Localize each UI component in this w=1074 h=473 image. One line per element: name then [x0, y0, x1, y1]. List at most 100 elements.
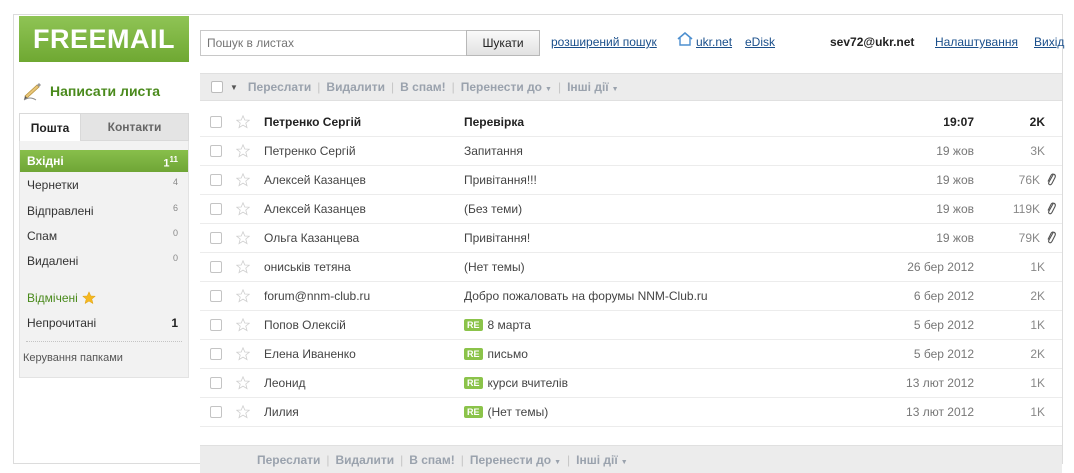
- table-row[interactable]: Петренко Сергій Запитання 19 жов 3K: [200, 137, 1062, 166]
- tab-contacts[interactable]: Контакти: [81, 113, 189, 141]
- chevron-down-icon: ▼: [620, 458, 628, 466]
- settings-link[interactable]: Налаштування: [935, 35, 1018, 49]
- table-row[interactable]: Леонид RE курси вчителів 13 лют 2012 1K: [200, 369, 1062, 398]
- select-all-checkbox[interactable]: [211, 81, 223, 93]
- subject-text: курси вчителів: [487, 376, 568, 390]
- subject: Привітання!: [464, 231, 884, 245]
- size: 2K: [1030, 289, 1045, 303]
- subject: Привітання!!!: [464, 173, 884, 187]
- date: 5 бер 2012: [913, 347, 974, 361]
- table-row[interactable]: forum@nnm-club.ru Добро пожаловать на фор…: [200, 282, 1062, 311]
- row-checkbox[interactable]: [210, 348, 222, 360]
- star-icon[interactable]: [236, 231, 250, 245]
- search-input[interactable]: [200, 30, 466, 56]
- sidebar-item-spam[interactable]: Спам 0: [20, 225, 188, 247]
- date: 19 жов: [936, 202, 974, 216]
- sidebar-item-drafts[interactable]: Чернетки 4: [20, 174, 188, 196]
- row-checkbox[interactable]: [210, 174, 222, 186]
- star-icon[interactable]: [236, 144, 250, 158]
- table-row[interactable]: ониськів тетяна (Нет темы) 26 бер 2012 1K: [200, 253, 1062, 282]
- forward-button[interactable]: Переслати: [257, 453, 320, 467]
- move-to-button[interactable]: Перенести до ▼: [461, 80, 552, 94]
- row-checkbox[interactable]: [210, 203, 222, 215]
- date: 6 бер 2012: [913, 289, 974, 303]
- subject: RE курси вчителів: [464, 376, 884, 390]
- row-checkbox[interactable]: [210, 261, 222, 273]
- freemail-logo[interactable]: FREEMAIL: [19, 16, 189, 62]
- logout-link[interactable]: Вихід: [1034, 35, 1064, 49]
- size: 119K: [1012, 202, 1040, 216]
- row-checkbox[interactable]: [210, 319, 222, 331]
- spam-button[interactable]: В спам!: [400, 80, 445, 94]
- sidebar-item-inbox[interactable]: Вхідні 111: [20, 150, 188, 172]
- star-icon[interactable]: [236, 289, 250, 303]
- ukr-net-link[interactable]: ukr.net: [696, 35, 732, 49]
- home-icon[interactable]: [676, 32, 694, 46]
- folder-count: 6: [172, 203, 178, 213]
- row-checkbox[interactable]: [210, 406, 222, 418]
- size: 1K: [1030, 260, 1045, 274]
- table-row[interactable]: Петренко Сергій Перевірка 19:07 2K: [200, 108, 1062, 137]
- star-icon[interactable]: [236, 318, 250, 332]
- row-checkbox[interactable]: [210, 290, 222, 302]
- move-to-button[interactable]: Перенести до ▼: [470, 453, 561, 467]
- size: 1K: [1030, 318, 1045, 332]
- other-actions-button[interactable]: Інші дії ▼: [576, 453, 628, 467]
- table-row[interactable]: Ольга Казанцева Привітання! 19 жов 79K: [200, 224, 1062, 253]
- folder-label: Видалені: [27, 254, 79, 268]
- star-icon[interactable]: [236, 405, 250, 419]
- subject-text: (Без теми): [464, 202, 523, 216]
- row-checkbox[interactable]: [210, 116, 222, 128]
- row-checkbox[interactable]: [210, 145, 222, 157]
- sidebar-tabs: Пошта Контакти: [19, 113, 189, 141]
- toolbar-separator: |: [451, 80, 455, 94]
- spam-button[interactable]: В спам!: [409, 453, 454, 467]
- toolbar-separator: |: [317, 80, 321, 94]
- sidebar-item-unread[interactable]: Непрочитані 1: [20, 312, 188, 334]
- toolbar-bottom: Переслати | Видалити | В спам! | Перенес…: [200, 445, 1062, 473]
- search-button[interactable]: Шукати: [466, 30, 540, 56]
- tab-mail[interactable]: Пошта: [19, 113, 81, 141]
- chevron-down-icon: ▼: [545, 86, 552, 93]
- sidebar-item-deleted[interactable]: Видалені 0: [20, 250, 188, 272]
- table-row[interactable]: Алексей Казанцев Привітання!!! 19 жов 76K: [200, 166, 1062, 195]
- row-checkbox[interactable]: [210, 377, 222, 389]
- sender: Лилия: [264, 405, 299, 419]
- forward-button[interactable]: Переслати: [248, 80, 311, 94]
- sender: ониськів тетяна: [264, 260, 351, 274]
- subject: RE письмо: [464, 347, 884, 361]
- other-actions-button[interactable]: Інші дії ▼: [567, 80, 619, 94]
- manage-folders-link[interactable]: Керування папками: [23, 352, 123, 364]
- star-icon[interactable]: [236, 202, 250, 216]
- subject: RE (Нет темы): [464, 405, 884, 419]
- reply-badge: RE: [464, 319, 483, 331]
- sidebar-item-marked[interactable]: Відмічені: [20, 287, 188, 309]
- star-icon[interactable]: [236, 376, 250, 390]
- star-icon[interactable]: [236, 347, 250, 361]
- row-checkbox[interactable]: [210, 232, 222, 244]
- select-dropdown-icon[interactable]: ▼: [230, 83, 238, 92]
- star-icon[interactable]: [236, 260, 250, 274]
- star-icon[interactable]: [236, 115, 250, 129]
- sender: Алексей Казанцев: [264, 173, 366, 187]
- size: 1K: [1030, 376, 1045, 390]
- toolbar-separator: |: [391, 80, 395, 94]
- compose-icon: [23, 83, 41, 101]
- table-row[interactable]: Алексей Казанцев (Без теми) 19 жов 119K: [200, 195, 1062, 224]
- advanced-search-link[interactable]: розширений пошук: [551, 35, 657, 49]
- table-row[interactable]: Попов Олексій RE 8 марта 5 бер 2012 1K: [200, 311, 1062, 340]
- sender: Алексей Казанцев: [264, 202, 366, 216]
- delete-button[interactable]: Видалити: [326, 80, 385, 94]
- date: 13 лют 2012: [906, 405, 974, 419]
- sender: Ольга Казанцева: [264, 231, 360, 245]
- table-row[interactable]: Лилия RE (Нет темы) 13 лют 2012 1K: [200, 398, 1062, 427]
- compose-button[interactable]: Написати листа: [22, 78, 192, 104]
- subject-text: Добро пожаловать на форумы NNM-Club.ru: [464, 289, 708, 303]
- compose-label: Написати листа: [50, 83, 160, 99]
- size: 1K: [1030, 405, 1045, 419]
- delete-button[interactable]: Видалити: [336, 453, 395, 467]
- table-row[interactable]: Елена Иваненко RE письмо 5 бер 2012 2K: [200, 340, 1062, 369]
- star-icon[interactable]: [236, 173, 250, 187]
- sidebar-item-sent[interactable]: Відправлені 6: [20, 200, 188, 222]
- edisk-link[interactable]: eDisk: [745, 35, 775, 49]
